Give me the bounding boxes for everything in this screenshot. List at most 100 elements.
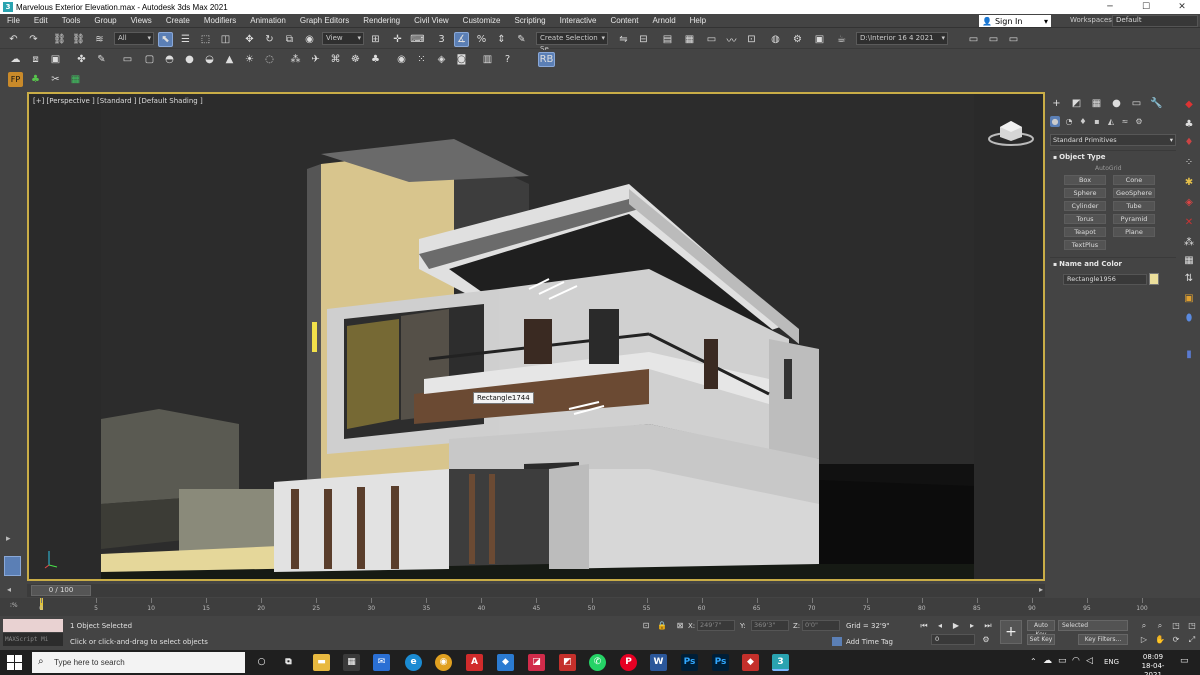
sky-light-icon[interactable]: ◌ — [262, 52, 277, 67]
hierarchy-tab-icon[interactable]: ▦ — [1090, 97, 1103, 110]
perspective-viewport[interactable]: [+] [Perspective ] [Standard ] [Default … — [27, 92, 1045, 581]
render-production-icon[interactable]: ☕ — [834, 32, 849, 47]
create-tab-icon[interactable]: + — [1050, 97, 1063, 110]
undo-icon[interactable]: ↶ — [6, 32, 21, 47]
modify-tab-icon[interactable]: ◩ — [1070, 97, 1083, 110]
viewport-settings-icon[interactable]: ⧈ — [28, 52, 43, 67]
anydesk-icon[interactable]: ◆ — [742, 654, 759, 671]
selection-filter-select[interactable]: All — [114, 32, 154, 45]
lamp-icon[interactable]: ✱ — [1182, 176, 1196, 190]
menu-interactive[interactable]: Interactive — [553, 16, 604, 25]
populate-icon[interactable]: ✤ — [74, 52, 89, 67]
systems-icon[interactable]: ⚙ — [1134, 116, 1144, 127]
sphere-primitive-icon[interactable]: ● — [182, 52, 197, 67]
task-view-icon[interactable]: ⧉ — [280, 654, 297, 671]
maximize-icon[interactable]: ☐ — [1128, 0, 1164, 14]
taskbar-clock[interactable]: 08:09 18-04-2021 — [1135, 653, 1171, 675]
pinterest-icon[interactable]: P — [620, 654, 637, 671]
spinner-snap-icon[interactable]: ⇕ — [494, 32, 509, 47]
new-project-icon[interactable]: ▭ — [1006, 32, 1021, 47]
3dsmax-icon[interactable]: 3 — [772, 654, 789, 671]
render-elements-icon[interactable]: ◈ — [434, 52, 449, 67]
camera-icon[interactable]: ✈ — [308, 52, 323, 67]
cube-red-icon[interactable]: ◆ — [1182, 98, 1196, 112]
store-icon[interactable]: ▦ — [343, 654, 360, 671]
notification-icon[interactable]: ▭ — [1180, 656, 1189, 666]
zoom-icon[interactable]: ⌕ — [1138, 620, 1150, 631]
tray-chevron-icon[interactable]: ⌃ — [1030, 657, 1037, 666]
box-primitive-icon[interactable]: ▢ — [142, 52, 157, 67]
unlink-icon[interactable]: ⛓ — [71, 32, 86, 47]
key-mode-select[interactable]: Selected — [1058, 620, 1128, 631]
set-key-big-icon[interactable]: + — [1000, 620, 1022, 644]
grid-small-icon[interactable]: ▦ — [1182, 254, 1196, 268]
autocad-icon[interactable]: A — [466, 654, 483, 671]
tools-icon[interactable]: ✂ — [48, 72, 63, 87]
cylinder-blue-icon[interactable]: ⬮ — [1182, 312, 1196, 326]
motion-tab-icon[interactable]: ● — [1110, 97, 1123, 110]
object-color-swatch[interactable] — [1149, 273, 1159, 285]
wifi-icon[interactable]: ◠ — [1072, 656, 1080, 666]
sort-icon[interactable]: ⇅ — [1182, 272, 1196, 286]
textplus-button[interactable]: TextPlus — [1064, 240, 1106, 250]
align-icon[interactable]: ⊟ — [636, 32, 651, 47]
select-manipulate-icon[interactable]: ✛ — [390, 32, 405, 47]
play-icon[interactable]: ▶ — [950, 620, 962, 631]
diamond-icon[interactable]: ♦ — [1182, 136, 1196, 150]
lights-icon[interactable]: ♦ — [1078, 116, 1088, 127]
track-bar[interactable]: ⁝% 0 5 10 15 20 25 30 35 40 45 50 55 60 65 70 75 80 85 90 9… — [0, 598, 1200, 616]
primitive-category-select[interactable]: Standard Primitives — [1050, 134, 1176, 146]
menu-help[interactable]: Help — [683, 16, 713, 25]
teapot-button[interactable]: Teapot — [1064, 227, 1106, 237]
dome-primitive-icon[interactable]: ◓ — [162, 52, 177, 67]
field-of-view-icon[interactable]: ▷ — [1138, 634, 1150, 645]
rendered-frame-window-icon[interactable]: ▣ — [812, 32, 827, 47]
material-swatch-icon[interactable]: ◙ — [454, 52, 469, 67]
menu-file[interactable]: File — [0, 16, 27, 25]
box-red-icon[interactable]: ◈ — [1182, 196, 1196, 210]
maxscript-listener-output[interactable] — [3, 619, 63, 632]
autogrid-checkbox[interactable]: AutoGrid — [1095, 165, 1122, 172]
zoom-all-icon[interactable]: ⌕ — [1154, 620, 1166, 631]
particle-icon[interactable]: ⁂ — [288, 52, 303, 67]
help-icon[interactable]: ? — [500, 52, 515, 67]
space-warp-icon[interactable]: ☸ — [348, 52, 363, 67]
plant-icon[interactable]: ♣ — [368, 52, 383, 67]
whatsapp-icon[interactable]: ✆ — [589, 654, 606, 671]
link-red-icon[interactable]: ✕ — [1182, 216, 1196, 230]
current-frame-field[interactable]: 0 — [931, 634, 975, 645]
slider-left-icon[interactable]: ◂ — [7, 585, 11, 594]
object-name-field[interactable]: Rectangle1956 — [1063, 274, 1147, 285]
helper-icon[interactable]: ⌘ — [328, 52, 343, 67]
schematic-view-icon[interactable]: ⊡ — [744, 32, 759, 47]
dots-icon[interactable]: ⁘ — [1182, 156, 1196, 170]
keyboard-shortcut-icon[interactable]: ⌨ — [410, 32, 425, 47]
scene-explorer-icon[interactable]: ▤ — [660, 32, 675, 47]
sketchup-icon[interactable]: ◆ — [497, 654, 514, 671]
name-and-color-rollout[interactable]: Name and Color — [1050, 257, 1176, 269]
z-coordinate-field[interactable]: 0'0" — [802, 620, 840, 631]
pdf-icon[interactable]: ◪ — [528, 654, 545, 671]
menu-edit[interactable]: Edit — [27, 16, 55, 25]
window-crossing-icon[interactable]: ◫ — [218, 32, 233, 47]
menu-views[interactable]: Views — [124, 16, 159, 25]
project-folder-select[interactable]: D:\Interior 16 4 2021 — [856, 32, 948, 45]
next-frame-icon[interactable]: ▸ — [966, 620, 978, 631]
photoshop-icon[interactable]: Ps — [681, 654, 698, 671]
viewcube-icon[interactable] — [986, 109, 1036, 149]
redo-icon[interactable]: ↷ — [26, 32, 41, 47]
scatter-icon[interactable]: ⁂ — [1182, 236, 1196, 250]
chrome-icon[interactable]: ◉ — [435, 654, 452, 671]
select-object-icon[interactable]: ⬉ — [158, 32, 173, 47]
railclone-icon[interactable]: ♣ — [28, 72, 43, 87]
snaps-toggle-icon[interactable]: 3 — [434, 32, 449, 47]
go-to-end-icon[interactable]: ⏭ — [982, 620, 994, 631]
menu-rendering[interactable]: Rendering — [356, 16, 407, 25]
mail-icon[interactable]: ✉ — [373, 654, 390, 671]
slider-right-icon[interactable]: ▸ — [1039, 585, 1043, 594]
auto-key-button[interactable]: Auto Key — [1027, 620, 1055, 638]
menu-group[interactable]: Group — [87, 16, 123, 25]
rotate-icon[interactable]: ↻ — [262, 32, 277, 47]
time-tag-icon[interactable] — [832, 637, 842, 646]
menu-customize[interactable]: Customize — [456, 16, 508, 25]
